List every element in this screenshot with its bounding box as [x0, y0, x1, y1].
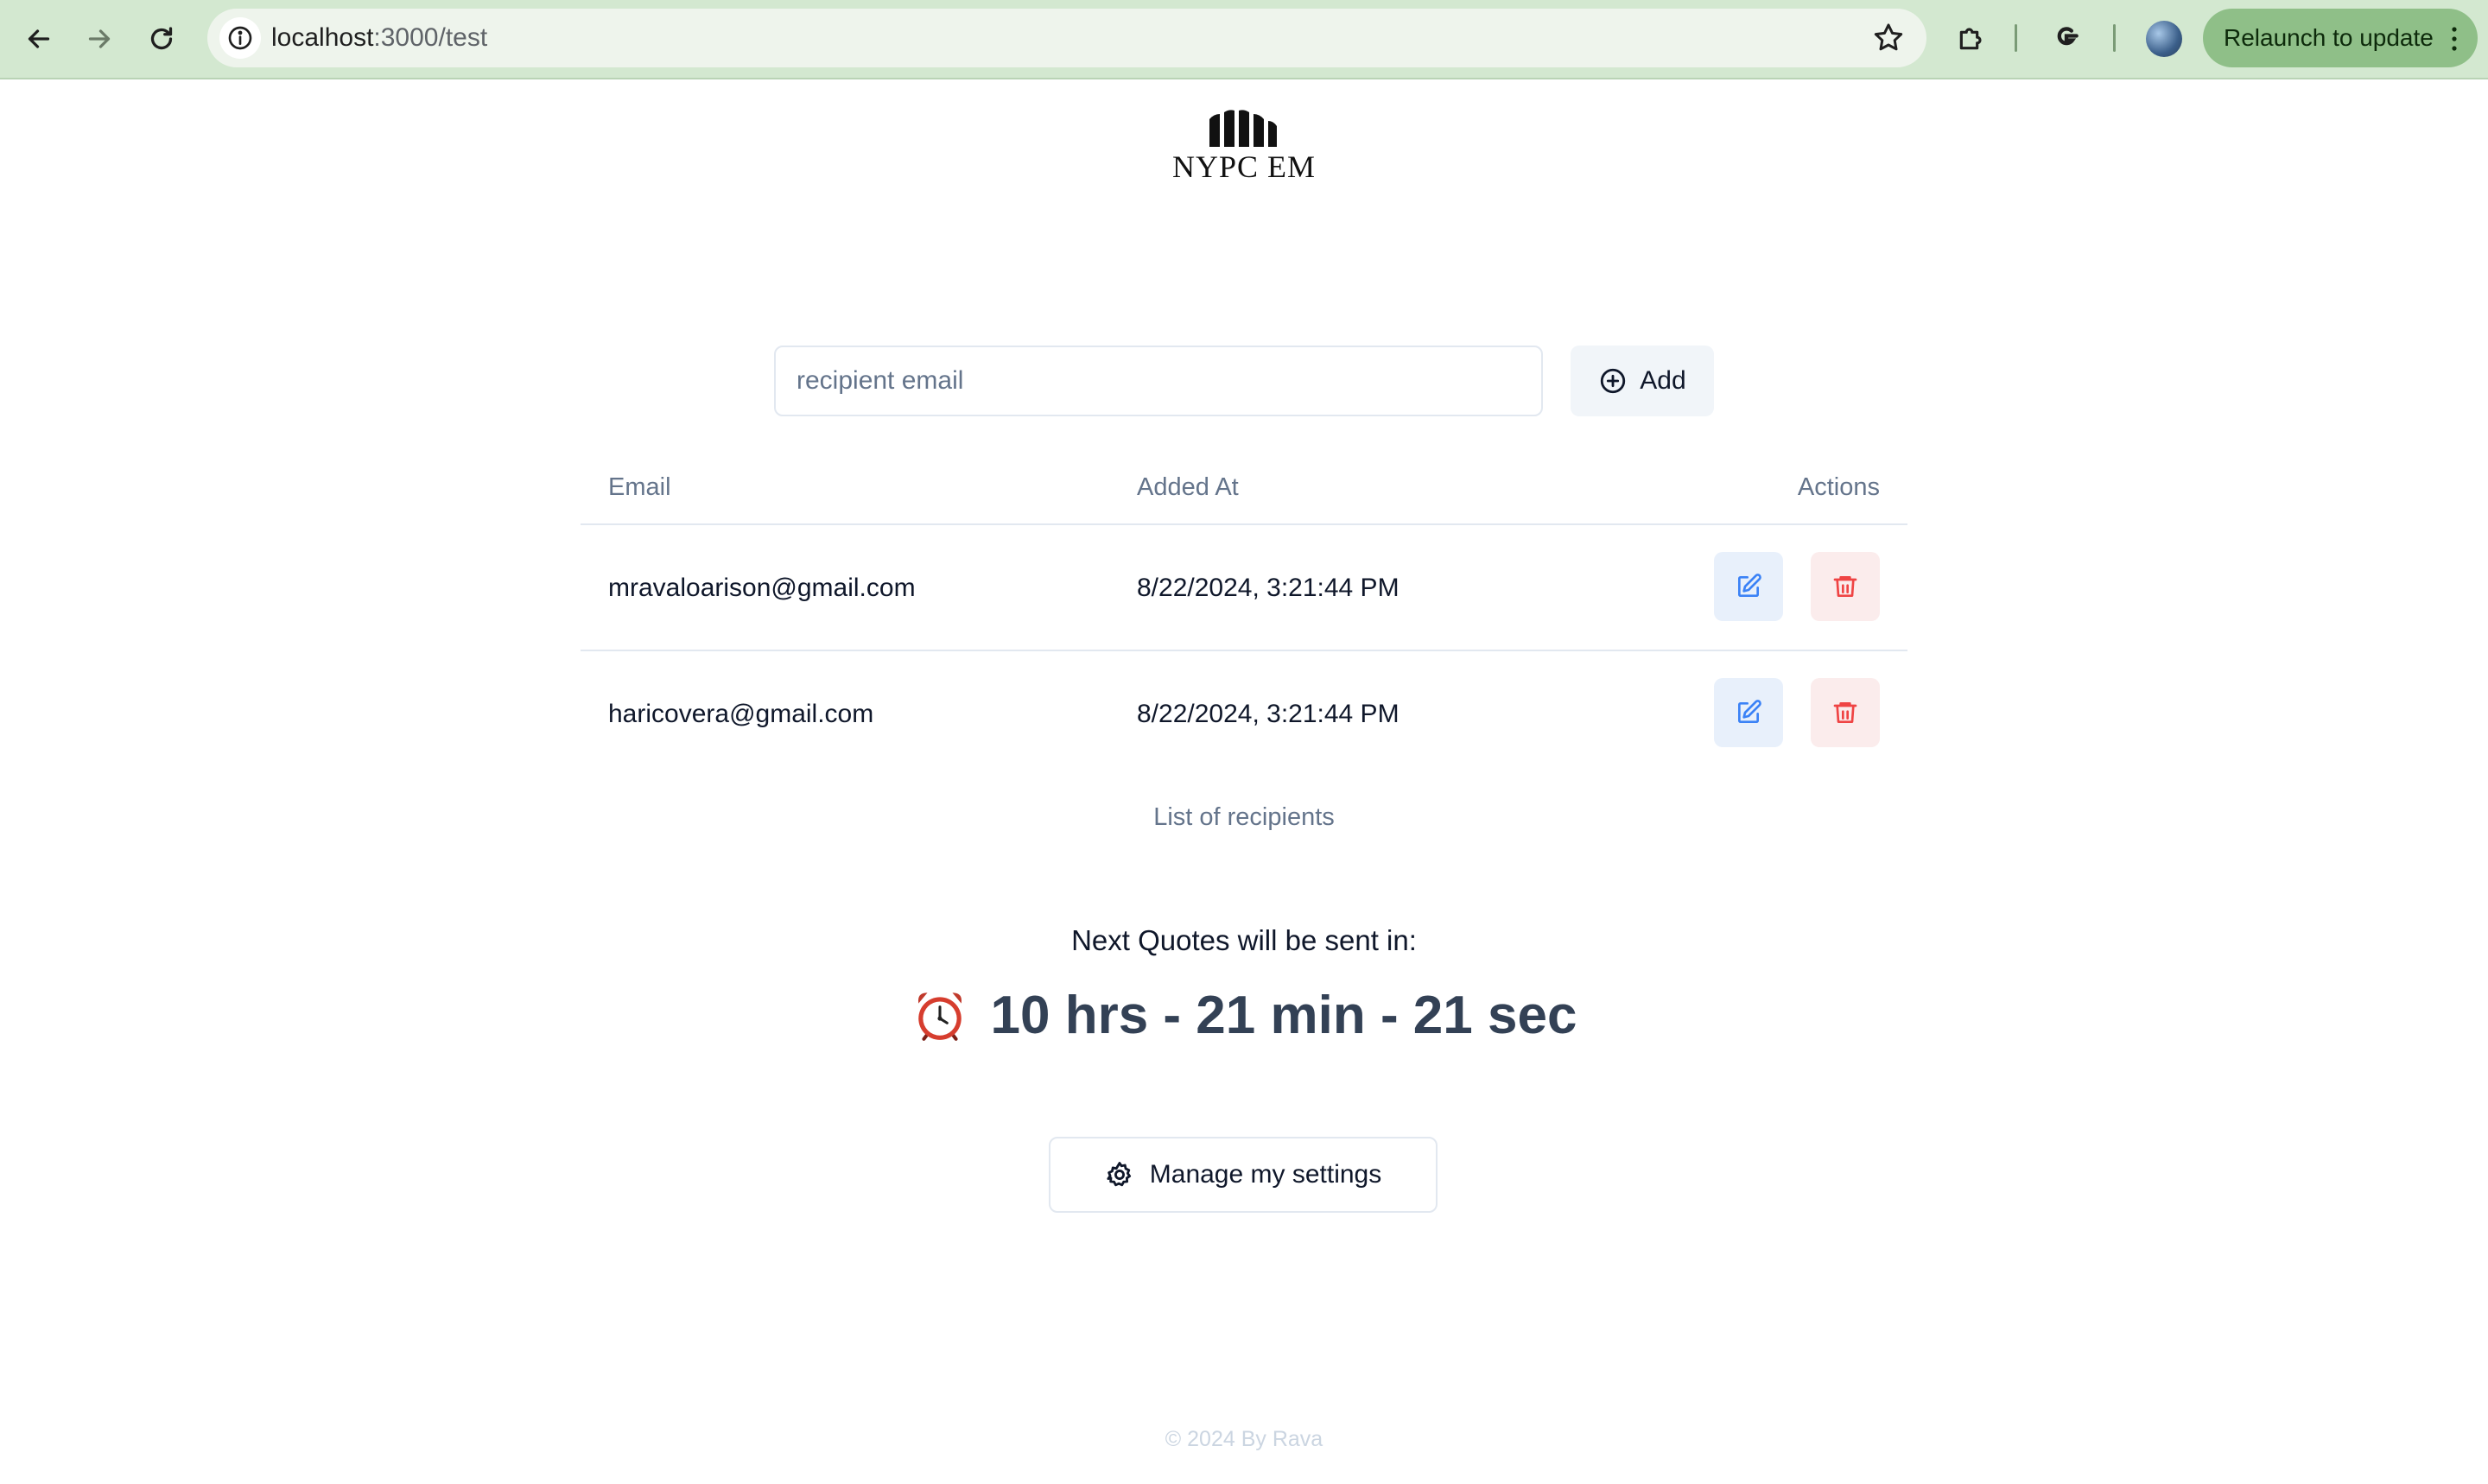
delete-button[interactable] — [1811, 552, 1880, 621]
edit-icon — [1738, 700, 1761, 723]
edit-icon — [1738, 574, 1761, 597]
column-header-email: Email — [608, 473, 671, 501]
toolbar-separator — [2015, 24, 2017, 52]
row-email: haricovera@gmail.com — [608, 700, 874, 728]
reload-icon — [150, 27, 173, 50]
footer-copyright: © 2024 By Rava — [1165, 1427, 1323, 1451]
puzzle-icon — [1959, 28, 1982, 50]
bookmark-star-icon[interactable] — [1871, 21, 1906, 55]
row-email: mravaloarison@gmail.com — [608, 574, 916, 602]
site-logo: NYPC EM — [1171, 109, 1317, 187]
countdown-timer: 10 hrs - 21 min - 21 sec — [0, 985, 2488, 1046]
profile-avatar[interactable] — [2146, 21, 2182, 57]
forward-button[interactable] — [73, 12, 126, 66]
google-extension-button[interactable] — [2041, 12, 2092, 64]
trash-icon — [1833, 576, 1857, 597]
arrow-left-icon — [28, 29, 50, 48]
edit-button[interactable] — [1714, 552, 1783, 621]
row-added-at: 8/22/2024, 3:21:44 PM — [1137, 700, 1400, 728]
column-header-actions: Actions — [1797, 473, 1880, 501]
table-row: mravaloarison@gmail.com 8/22/2024, 3:21:… — [581, 525, 1907, 651]
edit-button[interactable] — [1714, 678, 1783, 747]
address-bar[interactable]: localhost:3000/test — [207, 9, 1926, 67]
back-button[interactable] — [12, 12, 66, 66]
column-header-added-at: Added At — [1137, 473, 1239, 501]
row-added-at: 8/22/2024, 3:21:44 PM — [1137, 574, 1400, 602]
url-host: localhost — [271, 23, 374, 52]
table-caption: List of recipients — [1153, 803, 1335, 831]
next-send-label: Next Quotes will be sent in: — [1071, 924, 1417, 956]
recipients-table: Email Added At Actions mravaloarison@gma… — [581, 449, 1907, 777]
extensions-button[interactable] — [1945, 12, 1997, 64]
more-vert-icon — [2452, 27, 2457, 51]
add-button-label: Add — [1640, 366, 1686, 395]
manage-settings-label: Manage my settings — [1149, 1160, 1382, 1189]
table-header: Email Added At Actions — [581, 449, 1907, 525]
toolbar-separator — [2113, 24, 2116, 52]
gear-icon — [1107, 1162, 1131, 1187]
site-info-button[interactable] — [219, 17, 261, 59]
url-path: :3000/test — [373, 23, 488, 52]
arrow-right-icon — [88, 29, 111, 48]
trash-icon — [1833, 702, 1857, 723]
google-g-icon — [2057, 27, 2079, 46]
alarm-clock-icon — [917, 992, 962, 1041]
delete-button[interactable] — [1811, 678, 1880, 747]
relaunch-button[interactable]: Relaunch to update — [2203, 9, 2478, 67]
logo-mark-icon — [1209, 110, 1277, 147]
reload-button[interactable] — [135, 12, 188, 66]
logo-text: NYPC EM — [1171, 149, 1317, 184]
countdown-text: 10 hrs - 21 min - 21 sec — [990, 986, 1577, 1045]
info-icon — [228, 26, 252, 50]
browser-toolbar: localhost:3000/test Relaunch to update — [0, 0, 2488, 79]
manage-settings-button[interactable]: Manage my settings — [1049, 1137, 1438, 1213]
add-recipient-button[interactable]: Add — [1571, 346, 1714, 416]
recipient-email-input[interactable] — [774, 346, 1543, 416]
relaunch-label: Relaunch to update — [2224, 24, 2434, 51]
table-row: haricovera@gmail.com 8/22/2024, 3:21:44 … — [581, 651, 1907, 777]
url-text[interactable]: localhost:3000/test — [271, 9, 487, 67]
plus-circle-icon — [1601, 368, 1626, 394]
